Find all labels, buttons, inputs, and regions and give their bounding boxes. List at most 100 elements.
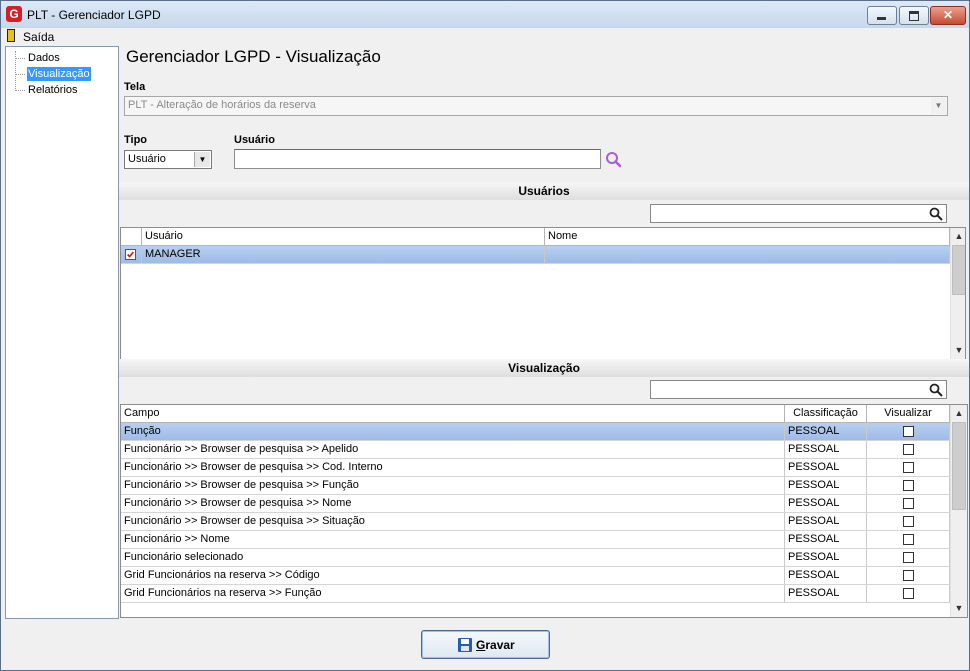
cell-classificacao: PESSOAL [785, 459, 867, 476]
column-header-classificacao[interactable]: Classificação [785, 405, 867, 422]
cell-campo: Funcionário >> Browser de pesquisa >> Fu… [121, 477, 785, 494]
cell-visualizar [867, 459, 950, 476]
users-section-header: Usuários [119, 182, 969, 200]
maximize-button[interactable] [899, 6, 929, 25]
menu-exit[interactable]: Saída [23, 30, 54, 44]
visualizar-checkbox[interactable] [903, 480, 914, 491]
cell-visualizar [867, 441, 950, 458]
visualizar-checkbox[interactable] [903, 498, 914, 509]
floppy-disk-icon [458, 638, 472, 652]
cell-campo: Funcionário >> Nome [121, 531, 785, 548]
tree-connector [15, 90, 25, 91]
main-content: Gerenciador LGPD - Visualização Tela PLT… [119, 45, 969, 659]
tree-guide-line [15, 51, 16, 91]
view-grid: Campo Classificação Visualizar Função PES… [120, 404, 968, 618]
visualizar-checkbox[interactable] [903, 516, 914, 527]
tree-item-label: Dados [28, 52, 60, 64]
cell-classificacao: PESSOAL [785, 495, 867, 512]
cell-visualizar [867, 531, 950, 548]
scroll-down-icon[interactable]: ▼ [951, 600, 967, 617]
cell-campo: Funcionário >> Browser de pesquisa >> Ap… [121, 441, 785, 458]
cell-classificacao: PESSOAL [785, 423, 867, 440]
view-grid-scrollbar[interactable]: ▲ ▼ [950, 405, 967, 617]
table-row[interactable]: MANAGER [121, 246, 950, 264]
column-header-nome[interactable]: Nome [545, 228, 950, 245]
visualizar-checkbox[interactable] [903, 426, 914, 437]
cell-classificacao: PESSOAL [785, 567, 867, 584]
column-header-visualizar[interactable]: Visualizar [867, 405, 950, 422]
checkbox-checked-icon[interactable] [125, 249, 136, 260]
usuario-input[interactable] [234, 149, 601, 169]
exit-door-icon [7, 29, 15, 42]
table-row[interactable]: Função PESSOAL [121, 423, 950, 441]
chevron-down-icon: ▼ [194, 152, 210, 167]
users-grid-scrollbar[interactable]: ▲ ▼ [950, 228, 965, 359]
scroll-thumb[interactable] [952, 422, 966, 510]
tela-select-value: PLT - Alteração de horários da reserva [128, 99, 316, 111]
search-user-icon[interactable] [604, 151, 624, 169]
column-header-usuario[interactable]: Usuário [142, 228, 545, 245]
visualizar-checkbox[interactable] [903, 570, 914, 581]
tree-item-label: Relatórios [28, 84, 78, 96]
cell-classificacao: PESSOAL [785, 549, 867, 566]
menu-bar: Saída [1, 28, 969, 45]
cell-visualizar [867, 567, 950, 584]
cell-campo: Funcionário >> Browser de pesquisa >> No… [121, 495, 785, 512]
scroll-down-icon[interactable]: ▼ [951, 342, 965, 359]
column-header-campo[interactable]: Campo [121, 405, 785, 422]
table-row[interactable]: Grid Funcionários na reserva >> Função PE… [121, 585, 950, 603]
view-filter-input[interactable] [650, 380, 947, 399]
view-grid-header: Campo Classificação Visualizar [121, 405, 950, 423]
tela-select[interactable]: PLT - Alteração de horários da reserva ▼ [124, 96, 948, 116]
cell-visualizar [867, 477, 950, 494]
tipo-label: Tipo [124, 134, 148, 146]
cell-visualizar [867, 423, 950, 440]
maximize-icon [909, 11, 919, 21]
users-filter-input[interactable] [650, 204, 947, 223]
app-logo-icon: G [6, 6, 22, 22]
tree-connector [15, 58, 25, 59]
cell-visualizar [867, 513, 950, 530]
minimize-icon [877, 17, 886, 20]
visualizar-checkbox[interactable] [903, 588, 914, 599]
search-icon [929, 207, 943, 221]
save-button[interactable]: Gravar [421, 630, 550, 659]
visualizar-checkbox[interactable] [903, 444, 914, 455]
cell-visualizar [867, 495, 950, 512]
cell-nome [545, 246, 950, 263]
minimize-button[interactable] [867, 6, 897, 25]
tree-item-label: Visualização [27, 67, 91, 81]
close-icon: ✕ [942, 8, 954, 22]
title-bar[interactable]: G PLT - Gerenciador LGPD ✕ [1, 1, 969, 28]
cell-campo: Grid Funcionários na reserva >> Função [121, 585, 785, 602]
table-row[interactable]: Grid Funcionários na reserva >> Código PE… [121, 567, 950, 585]
scroll-thumb[interactable] [952, 245, 965, 295]
scroll-up-icon[interactable]: ▲ [951, 228, 965, 245]
tipo-select-value: Usuário [128, 153, 166, 165]
table-row[interactable]: Funcionário >> Nome PESSOAL [121, 531, 950, 549]
table-row[interactable]: Funcionário >> Browser de pesquisa >> Si… [121, 513, 950, 531]
table-row[interactable]: Funcionário selecionado PESSOAL [121, 549, 950, 567]
app-window: G PLT - Gerenciador LGPD ✕ Saída Dados V… [0, 0, 970, 671]
cell-visualizar [867, 585, 950, 602]
cell-campo: Funcionário >> Browser de pesquisa >> Co… [121, 459, 785, 476]
cell-campo: Grid Funcionários na reserva >> Código [121, 567, 785, 584]
chevron-down-icon: ▼ [931, 98, 946, 114]
visualizar-checkbox[interactable] [903, 552, 914, 563]
cell-classificacao: PESSOAL [785, 585, 867, 602]
table-row[interactable]: Funcionário >> Browser de pesquisa >> No… [121, 495, 950, 513]
table-row[interactable]: Funcionário >> Browser de pesquisa >> Ap… [121, 441, 950, 459]
users-grid-header: Usuário Nome [121, 228, 950, 246]
table-row[interactable]: Funcionário >> Browser de pesquisa >> Co… [121, 459, 950, 477]
close-button[interactable]: ✕ [930, 6, 966, 25]
visualizar-checkbox[interactable] [903, 534, 914, 545]
scroll-up-icon[interactable]: ▲ [951, 405, 967, 422]
cell-campo: Funcionário selecionado [121, 549, 785, 566]
cell-campo: Funcionário >> Browser de pesquisa >> Si… [121, 513, 785, 530]
save-button-label: Gravar [476, 638, 515, 652]
tipo-select[interactable]: Usuário ▼ [124, 150, 212, 169]
check-column-header[interactable] [121, 228, 142, 245]
table-row[interactable]: Funcionário >> Browser de pesquisa >> Fu… [121, 477, 950, 495]
cell-classificacao: PESSOAL [785, 531, 867, 548]
visualizar-checkbox[interactable] [903, 462, 914, 473]
